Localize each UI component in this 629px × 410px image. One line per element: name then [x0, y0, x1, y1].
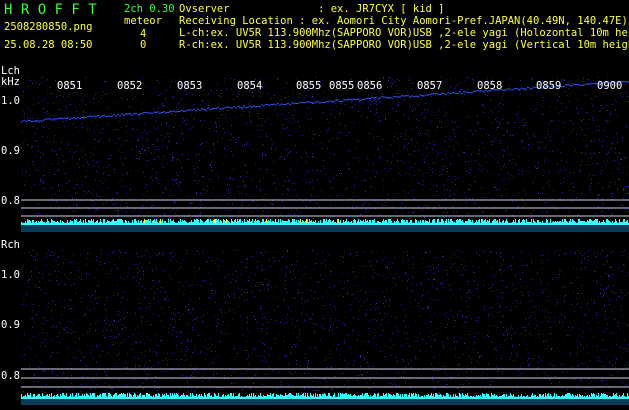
rch-info-line: R-ch:ex. UV5R 113.900Mhz(SAPPORO VOR)USB…: [179, 39, 629, 51]
lch-time-tick: 0858: [477, 80, 503, 92]
lch-time-tick: 0854: [237, 80, 263, 92]
lch-ytick-3: 0.8: [1, 195, 20, 207]
app-version: 2ch 0.30: [124, 3, 175, 15]
lch-spectrogram: 0851 0852 0853 0854 0855 0855 0856 0857 …: [21, 77, 629, 232]
lch-time-tick: 0900: [597, 80, 623, 92]
app-brand: H R O F F T: [4, 2, 97, 18]
observer-line: Ovserver : ex. JR7CYX [ kid ]: [179, 3, 445, 15]
lch-time-tick: 0857: [417, 80, 443, 92]
lch-time-tick: 0856: [357, 80, 383, 92]
lch-time-tick: 0859: [536, 80, 562, 92]
lch-time-tick: 0855: [296, 80, 322, 92]
lch-spectrogram-canvas: [21, 77, 629, 232]
rch-spectrogram: [21, 250, 629, 405]
lch-meteor-count: 4: [140, 28, 147, 40]
meteor-label: meteor: [124, 15, 162, 27]
rch-meteor-count: 0: [140, 39, 147, 51]
rch-ytick-1: 1.0: [1, 269, 20, 281]
lch-time-tick: 0853: [177, 80, 203, 92]
lch-time-tick: 0855: [329, 80, 355, 92]
rch-ytick-3: 0.8: [1, 370, 20, 382]
location-line: Receiving Location : ex. Aomori City Aom…: [179, 15, 628, 27]
lch-ytick-1: 1.0: [1, 95, 20, 107]
capture-datetime: 25.08.28 08:50: [4, 39, 93, 51]
lch-ytick-2: 0.9: [1, 145, 20, 157]
lch-unit: kHz: [1, 76, 20, 88]
lch-label: Lch: [1, 65, 20, 77]
lch-time-tick: 0852: [117, 80, 143, 92]
rch-spectrogram-canvas: [21, 250, 629, 405]
image-filename: 2508280850.png: [4, 21, 93, 33]
lch-info-line: L-ch:ex. UV5R 113.900Mhz(SAPPORO VOR)USB…: [179, 27, 629, 39]
lch-time-tick: 0851: [57, 80, 83, 92]
rch-ytick-2: 0.9: [1, 319, 20, 331]
rch-label: Rch: [1, 239, 20, 251]
